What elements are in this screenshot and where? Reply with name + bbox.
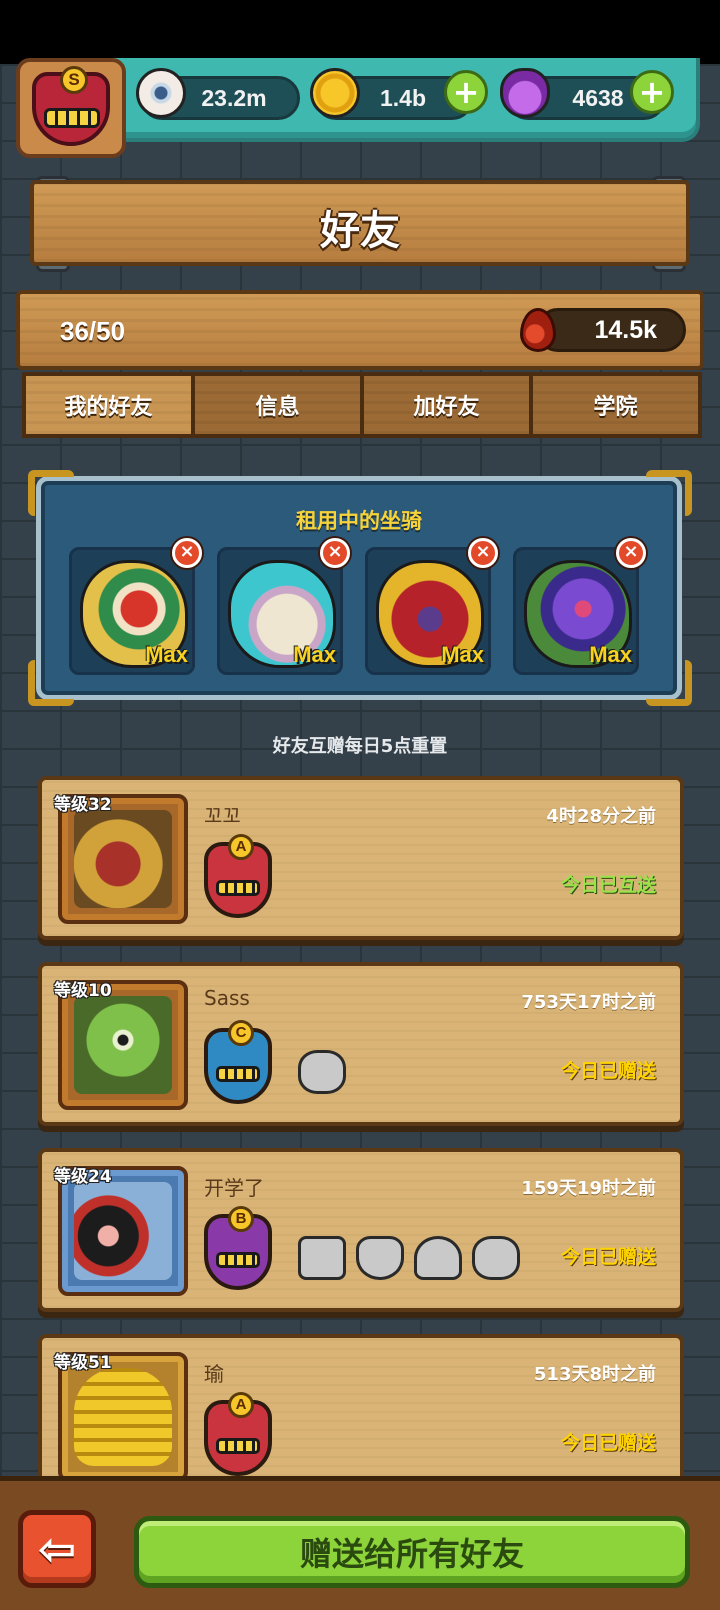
last-online: 159天19时之前 xyxy=(521,1178,656,1199)
remove-mount-button[interactable]: × xyxy=(616,538,646,568)
gift-status: 今日已互送 xyxy=(560,874,656,896)
remove-mount-button[interactable]: × xyxy=(468,538,498,568)
friend-row[interactable]: 等级24 开学了 159天19时之前 今日已赠送 B xyxy=(38,1148,684,1312)
friend-count: 36/50 xyxy=(60,316,126,346)
rented-mounts-panel: 租用中的坐骑 Max × Max × Max × Max × xyxy=(36,476,682,700)
green-plant-avatar-icon xyxy=(74,996,172,1094)
beehive-avatar-icon xyxy=(74,1368,172,1466)
mount-slot[interactable]: Max × xyxy=(217,538,350,675)
close-icon: × xyxy=(623,541,639,562)
potions-value: 4638 xyxy=(572,84,624,111)
back-button[interactable]: ⇦ xyxy=(18,1510,96,1588)
mount-level: Max xyxy=(293,642,336,667)
mount-slot[interactable]: Max × xyxy=(365,538,498,675)
friend-name: 꼬꼬 xyxy=(204,804,241,828)
gift-status: 今日已赠送 xyxy=(560,1060,656,1082)
ufo-mount-icon xyxy=(414,1236,462,1280)
rank-badge-teeth xyxy=(216,1252,260,1268)
tab-label: 学院 xyxy=(593,395,638,420)
pufferfish-mount-icon xyxy=(298,1050,346,1094)
player-rank-badge: S xyxy=(60,66,88,94)
close-icon: × xyxy=(475,541,491,562)
gift-status: 今日已赠送 xyxy=(560,1246,656,1268)
friend-rank-badge: B xyxy=(204,1206,272,1290)
panel-corner xyxy=(646,470,692,516)
robot-mount-icon xyxy=(298,1236,346,1280)
mount-level: Max xyxy=(441,642,484,667)
tab-my-friends[interactable]: 我的好友 xyxy=(22,372,195,438)
mount-slot[interactable]: Max × xyxy=(513,538,646,675)
cloud-mount-icon xyxy=(472,1236,520,1280)
tab-academy[interactable]: 学院 xyxy=(529,372,702,438)
friend-rank-badge: A xyxy=(204,834,272,918)
remove-mount-button[interactable]: × xyxy=(320,538,350,568)
last-online: 4时28分之前 xyxy=(546,806,656,827)
friend-level: 等级24 xyxy=(54,1167,112,1187)
back-arrow-icon: ⇦ xyxy=(37,1522,77,1576)
tab-messages[interactable]: 信息 xyxy=(191,372,364,438)
friend-row[interactable]: 等级32 꼬꼬 4时28分之前 今日已互送 A xyxy=(38,776,684,940)
last-online: 513天8时之前 xyxy=(533,1364,656,1385)
player-monster-teeth xyxy=(44,108,100,128)
rank-letter: A xyxy=(228,834,254,860)
gift-all-label: 赠送给所有好友 xyxy=(299,1535,524,1573)
summary-plank: 36/50 14.5k xyxy=(16,290,704,370)
friend-name: 开学了 xyxy=(204,1176,264,1200)
tractor-mount-icon xyxy=(356,1236,404,1280)
status-bar xyxy=(0,0,720,64)
potion-icon xyxy=(500,68,550,118)
mount-slot[interactable]: Max × xyxy=(69,538,202,675)
monkey-avatar-icon xyxy=(74,810,172,908)
close-icon: × xyxy=(327,541,343,562)
tab-add-friend[interactable]: 加好友 xyxy=(360,372,533,438)
remove-mount-button[interactable]: × xyxy=(172,538,202,568)
gift-status: 今日已赠送 xyxy=(560,1432,656,1454)
rank-letter: B xyxy=(228,1206,254,1232)
plus-icon: + xyxy=(452,73,480,111)
panel-corner xyxy=(646,660,692,706)
tab-bar: 我的好友 信息 加好友 学院 xyxy=(22,372,702,438)
rented-mounts-title: 租用中的坐骑 xyxy=(296,509,422,533)
tab-label: 我的好友 xyxy=(64,395,153,420)
rank-badge-teeth xyxy=(216,880,260,896)
gift-all-friends-button[interactable]: 赠送给所有好友 xyxy=(134,1516,690,1588)
coins-value: 1.4b xyxy=(379,84,427,111)
friend-row[interactable]: 等级51 瑜 513天8时之前 今日已赠送 A xyxy=(38,1334,684,1498)
friend-name: Sass xyxy=(204,986,250,1010)
friend-level: 等级10 xyxy=(54,981,112,1001)
panel-corner xyxy=(28,470,74,516)
friend-rank-badge: C xyxy=(204,1020,272,1104)
last-online: 753天17时之前 xyxy=(521,992,656,1013)
friend-row[interactable]: 等级10 Sass 753天17时之前 今日已赠送 C xyxy=(38,962,684,1126)
eyes-value: 23.2m xyxy=(201,84,267,111)
add-coins-button[interactable]: + xyxy=(444,70,488,114)
coin-icon xyxy=(310,68,360,118)
tab-label: 加好友 xyxy=(413,395,480,420)
mount-level: Max xyxy=(145,642,188,667)
friend-rank-badge: A xyxy=(204,1392,272,1476)
eyeball-icon xyxy=(136,68,186,118)
rank-letter: C xyxy=(228,1020,254,1046)
title-plank: 好友 xyxy=(30,180,690,266)
player-avatar[interactable]: S xyxy=(16,58,126,158)
friend-level: 等级32 xyxy=(54,795,112,815)
close-icon: × xyxy=(179,541,195,562)
blood-counter: 14.5k xyxy=(536,308,686,352)
daily-reset-note: 好友互赠每日5点重置 xyxy=(272,736,448,757)
blood-drop-icon xyxy=(520,308,556,352)
mount-level: Max xyxy=(589,642,632,667)
add-potions-button[interactable]: + xyxy=(630,70,674,114)
friend-name: 瑜 xyxy=(204,1362,224,1386)
plus-icon: + xyxy=(638,73,666,111)
rank-badge-teeth xyxy=(216,1438,260,1454)
friend-level: 等级51 xyxy=(54,1353,112,1373)
resource-bar: 23.2m 1.4b + 4638 + xyxy=(100,58,700,142)
rank-badge-teeth xyxy=(216,1066,260,1082)
panel-corner xyxy=(28,660,74,706)
rank-letter: A xyxy=(228,1392,254,1418)
pig-cannon-avatar-icon xyxy=(74,1182,172,1280)
page-title: 好友 xyxy=(320,208,400,254)
tab-label: 信息 xyxy=(255,395,300,420)
